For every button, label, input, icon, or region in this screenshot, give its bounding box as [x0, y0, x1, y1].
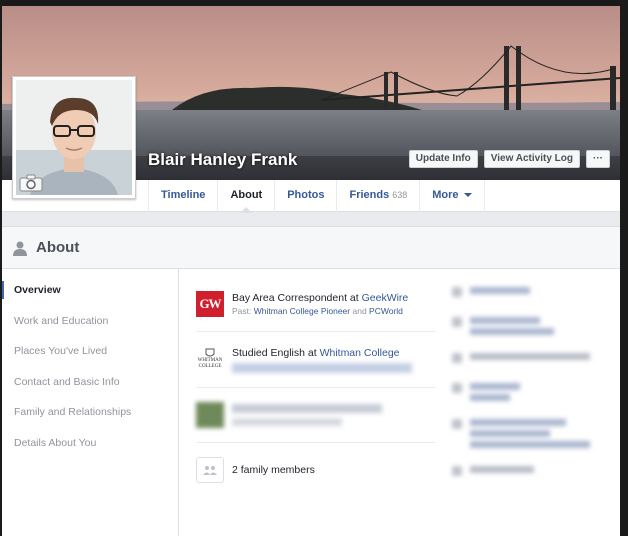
phone-icon	[452, 287, 462, 297]
tab-label: More	[432, 189, 459, 201]
profile-name[interactable]: Blair Hanley Frank	[148, 150, 297, 170]
blurred-text	[232, 418, 342, 426]
birthday-icon	[452, 466, 462, 476]
about-title: About	[36, 239, 80, 256]
employer-link[interactable]: GeekWire	[362, 292, 409, 304]
person-icon	[13, 241, 27, 256]
tab-about[interactable]: About	[217, 180, 274, 213]
sidebar-item-work-education[interactable]: Work and Education	[2, 306, 178, 337]
contact-column-blurred	[452, 269, 617, 536]
place-thumbnail[interactable]	[196, 402, 224, 428]
profile-picture[interactable]	[12, 76, 136, 199]
tab-more[interactable]: More	[419, 180, 485, 212]
places-row-blurred	[196, 388, 436, 443]
work-row: GW Bay Area Correspondent at GeekWire Pa…	[196, 269, 436, 332]
sidebar-item-contact-info[interactable]: Contact and Basic Info	[2, 367, 178, 398]
more-options-button[interactable]: ···	[586, 150, 610, 168]
globe-icon	[452, 419, 462, 429]
past-employer-link[interactable]: Whitman College Pioneer	[254, 306, 350, 316]
chevron-down-icon	[463, 193, 472, 198]
camera-icon[interactable]	[19, 174, 43, 192]
past-employer-link[interactable]: PCWorld	[369, 306, 403, 316]
tab-label: Friends	[349, 189, 390, 201]
family-members[interactable]: 2 family members	[232, 463, 315, 477]
cover-actions: Update Info View Activity Log ···	[408, 150, 610, 168]
home-icon	[452, 353, 462, 363]
past-work: Past: Whitman College Pioneer and PCWorl…	[232, 306, 403, 316]
tab-friends[interactable]: Friends 638	[336, 180, 419, 212]
family-row: 2 family members	[196, 443, 436, 497]
tab-label: Photos	[287, 189, 325, 201]
tab-label: About	[230, 189, 263, 201]
tab-timeline[interactable]: Timeline	[148, 180, 217, 212]
contact-birthday	[452, 448, 617, 478]
education-title: Studied English at Whitman College	[232, 347, 400, 359]
about-header: About	[2, 227, 620, 269]
friends-count: 638	[392, 190, 408, 200]
view-activity-log-button[interactable]: View Activity Log	[483, 150, 580, 168]
contact-address	[452, 335, 617, 365]
sidebar-item-details[interactable]: Details About You	[2, 428, 178, 459]
contact-phone	[452, 269, 617, 299]
profile-page: Blair Hanley Frank Update Info View Acti…	[2, 6, 620, 536]
sidebar-item-overview[interactable]: Overview	[2, 275, 178, 306]
about-sidebar: Overview Work and Education Places You'v…	[2, 269, 179, 536]
contact-email	[452, 299, 617, 335]
past-education-blurred	[232, 363, 412, 373]
work-title: Bay Area Correspondent at GeekWire	[232, 292, 409, 304]
sidebar-item-family-relationships[interactable]: Family and Relationships	[2, 397, 178, 428]
contact-websites	[452, 401, 617, 448]
family-icon	[196, 457, 224, 483]
overview-content: GW Bay Area Correspondent at GeekWire Pa…	[196, 269, 436, 536]
geekwire-logo[interactable]: GW	[196, 291, 224, 317]
sidebar-item-places-lived[interactable]: Places You've Lived	[2, 336, 178, 367]
tab-label: Timeline	[161, 189, 206, 201]
network-icon	[452, 383, 462, 393]
about-section: About Overview Work and Education Places…	[2, 226, 620, 536]
contact-networks	[452, 365, 617, 401]
blurred-text	[232, 404, 382, 413]
tab-photos[interactable]: Photos	[274, 180, 336, 212]
crest-icon	[205, 348, 215, 357]
education-row: WHITMAN COLLEGE Studied English at Whitm…	[196, 332, 436, 388]
school-link[interactable]: Whitman College	[320, 347, 400, 359]
whitman-college-logo[interactable]: WHITMAN COLLEGE	[196, 346, 224, 372]
update-info-button[interactable]: Update Info	[408, 150, 478, 168]
email-icon	[452, 317, 462, 327]
